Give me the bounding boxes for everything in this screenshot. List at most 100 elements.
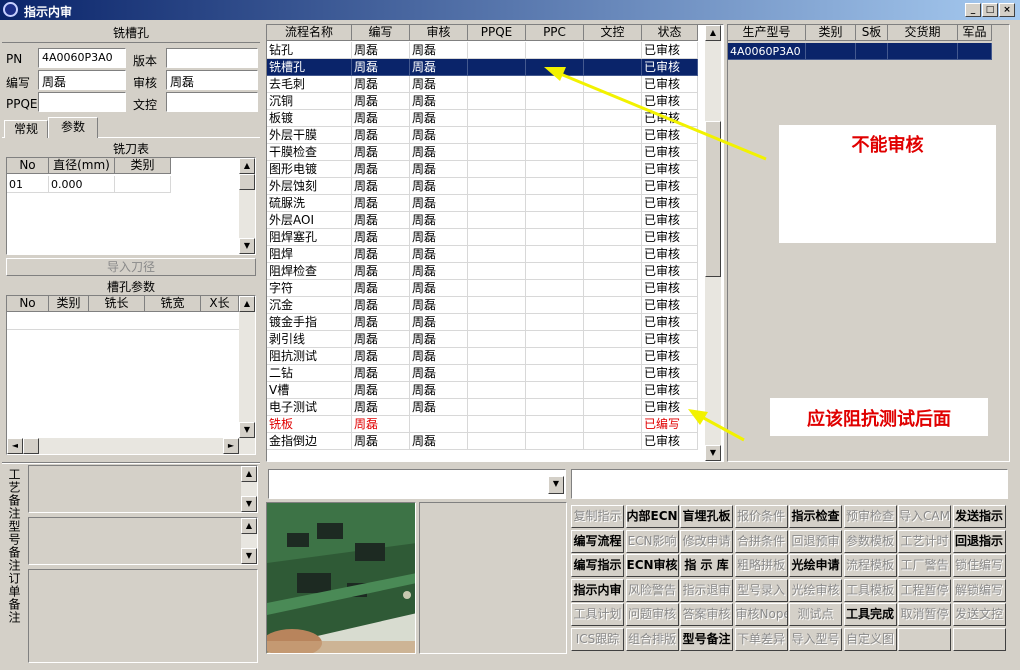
model-note-field[interactable]: ▲ ▼: [28, 517, 258, 565]
action-button[interactable]: 工艺计时: [898, 529, 951, 553]
action-button[interactable]: 工厂警告: [898, 554, 951, 578]
scroll-down-icon[interactable]: ▼: [241, 496, 257, 512]
action-button[interactable]: 问题审核: [625, 603, 679, 627]
action-button[interactable]: 内部ECN: [625, 505, 679, 528]
col-header[interactable]: 铣长(mm): [89, 296, 145, 312]
action-button[interactable]: 盲埋孔板: [680, 505, 733, 528]
action-button[interactable]: 下单差异: [734, 628, 788, 651]
tab-general[interactable]: 常规: [4, 120, 48, 138]
scroll-up-icon[interactable]: ▲: [239, 296, 255, 312]
slot-table: No 类别 铣长(mm) 铣宽(mm) X长(mm ▲ ▼ ◄ ►: [6, 295, 256, 455]
tab-params[interactable]: 参数: [48, 117, 98, 138]
audit-label: 审核: [133, 76, 158, 90]
action-button[interactable]: 答案审核: [680, 603, 733, 627]
version-field[interactable]: [166, 48, 258, 68]
message-input[interactable]: [571, 469, 1008, 499]
scroll-down-icon[interactable]: ▼: [239, 422, 255, 438]
col-header[interactable]: 类别: [115, 158, 171, 174]
action-button[interactable]: 组合排版: [625, 628, 679, 651]
action-button[interactable]: ECN影响: [625, 529, 679, 553]
chevron-down-icon[interactable]: ▼: [548, 476, 564, 494]
col-header[interactable]: No: [7, 296, 49, 312]
action-button[interactable]: 工具模板: [843, 578, 897, 602]
minimize-button[interactable]: _: [965, 3, 981, 17]
col-header[interactable]: No: [7, 158, 49, 174]
action-button[interactable]: 工具计划: [571, 603, 624, 627]
action-button[interactable]: 回退指示: [952, 529, 1006, 553]
slot-scrollbar[interactable]: ▲ ▼: [239, 296, 255, 438]
action-button[interactable]: 修改申请: [680, 529, 733, 553]
action-button[interactable]: 自定义图: [843, 628, 897, 651]
board-photo: [266, 502, 416, 654]
pn-field[interactable]: 4A0060P3A0: [38, 48, 126, 68]
action-button[interactable]: 测试点: [789, 603, 842, 627]
mill-scrollbar[interactable]: ▲ ▼: [239, 158, 255, 254]
control-field[interactable]: [166, 92, 258, 112]
action-button[interactable]: 发送文控: [952, 603, 1006, 627]
version-label: 版本: [133, 54, 158, 68]
action-button: [952, 628, 1006, 651]
process-dropdown[interactable]: ▼: [268, 469, 566, 499]
action-button[interactable]: 型号录入: [734, 578, 788, 602]
arrow-line-2: [699, 414, 745, 442]
audit-field[interactable]: 周磊: [166, 70, 258, 90]
scroll-up-icon[interactable]: ▲: [241, 518, 257, 534]
action-button[interactable]: 锁住编写: [952, 554, 1006, 578]
scroll-up-icon[interactable]: ▲: [239, 158, 255, 174]
scroll-left-icon[interactable]: ◄: [7, 438, 23, 454]
action-button[interactable]: 指示退审: [680, 578, 733, 602]
import-tool-button[interactable]: 导入刀径: [6, 258, 256, 276]
action-button[interactable]: 审核Nope: [734, 603, 788, 627]
scroll-thumb[interactable]: [23, 438, 39, 454]
action-button[interactable]: 报价条件: [734, 505, 788, 528]
action-button[interactable]: 编写流程: [571, 529, 624, 553]
action-button[interactable]: 流程模板: [843, 554, 897, 578]
action-button[interactable]: 指示内审: [571, 578, 624, 602]
action-button[interactable]: 合拼条件: [734, 529, 788, 553]
table-cell[interactable]: 01: [7, 176, 49, 193]
col-header[interactable]: 直径(mm): [49, 158, 115, 174]
scroll-right-icon[interactable]: ►: [223, 438, 239, 454]
writer-field[interactable]: 周磊: [38, 70, 126, 90]
note-scrollbar[interactable]: ▲ ▼: [241, 518, 257, 564]
note-scrollbar[interactable]: ▲ ▼: [241, 466, 257, 512]
action-button[interactable]: 指 示 库: [680, 554, 733, 578]
action-button[interactable]: 复制指示: [571, 505, 624, 528]
order-note-field[interactable]: [28, 569, 258, 663]
action-button[interactable]: ECN审核: [625, 554, 679, 578]
action-button[interactable]: 风险警告: [625, 578, 679, 602]
title-bar: 指示内审 _ □ ×: [0, 0, 1020, 20]
table-cell[interactable]: [115, 176, 171, 193]
action-button[interactable]: 型号备注: [680, 628, 733, 651]
slot-hscrollbar[interactable]: ◄ ►: [7, 438, 255, 454]
action-button[interactable]: 工具完成: [843, 603, 897, 627]
action-button[interactable]: 参数模板: [843, 529, 897, 553]
action-button[interactable]: 编写指示: [571, 554, 624, 578]
ppqe-field[interactable]: [38, 92, 126, 112]
action-button[interactable]: 解锁编写: [952, 578, 1006, 602]
col-header[interactable]: 类别: [49, 296, 89, 312]
scroll-down-icon[interactable]: ▼: [239, 238, 255, 254]
action-button[interactable]: 回退预审: [789, 529, 842, 553]
action-button[interactable]: 发送指示: [952, 505, 1006, 528]
action-button[interactable]: 光绘审核: [789, 578, 842, 602]
action-button[interactable]: 预审检查: [843, 505, 897, 528]
col-header[interactable]: 铣宽(mm): [145, 296, 201, 312]
close-button[interactable]: ×: [999, 3, 1015, 17]
action-button[interactable]: ICS跟踪: [571, 628, 624, 651]
col-header[interactable]: X长(mm: [201, 296, 239, 312]
maximize-button[interactable]: □: [982, 3, 998, 17]
scroll-thumb[interactable]: [239, 174, 255, 190]
action-button[interactable]: 导入CAM: [898, 505, 951, 528]
action-button[interactable]: 导入型号: [789, 628, 842, 651]
action-button[interactable]: 指示检查: [789, 505, 842, 528]
action-button[interactable]: 粗略拼板: [734, 554, 788, 578]
scroll-up-icon[interactable]: ▲: [241, 466, 257, 482]
action-button[interactable]: 取消暂停: [898, 603, 951, 627]
action-button[interactable]: 光绘申请: [789, 554, 842, 578]
table-cell[interactable]: 0.000: [49, 176, 115, 193]
scroll-down-icon[interactable]: ▼: [241, 548, 257, 564]
process-note-field[interactable]: ▲ ▼: [28, 465, 258, 513]
ppqe-label: PPQE: [6, 97, 38, 111]
action-button[interactable]: 工程暂停: [898, 578, 951, 602]
